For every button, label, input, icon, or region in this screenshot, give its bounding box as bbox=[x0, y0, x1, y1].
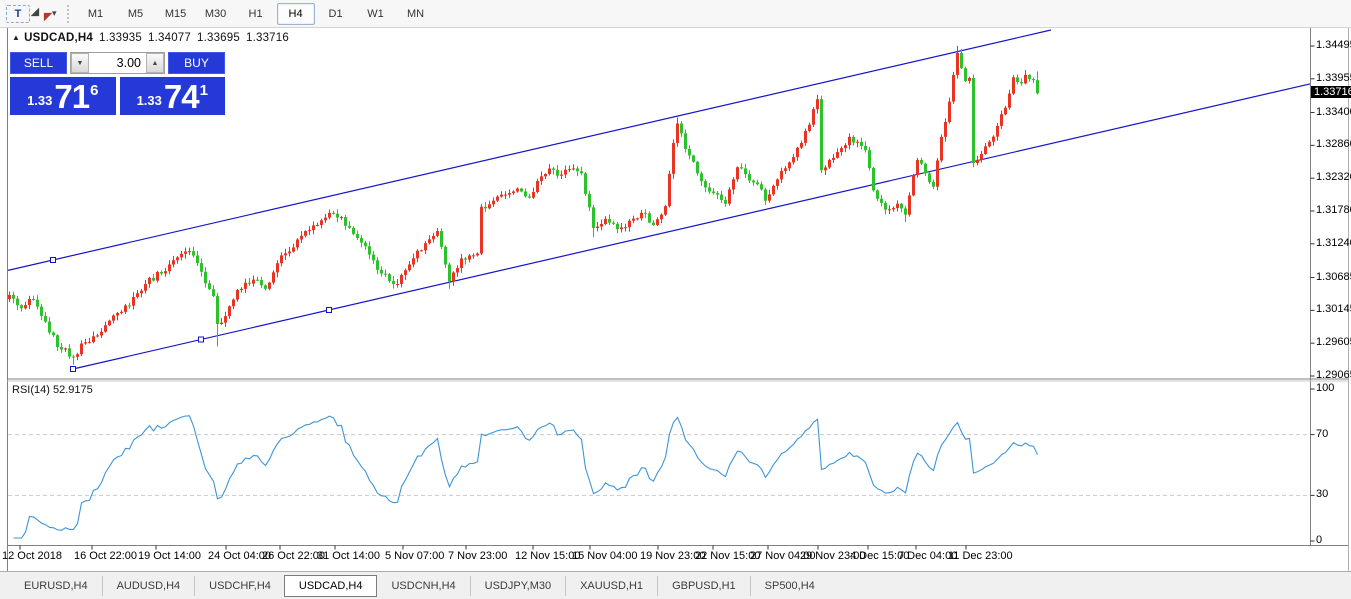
date-axis-label: 16 Oct 22:00 bbox=[74, 550, 137, 562]
chart-tab-sp500[interactable]: SP500,H4 bbox=[750, 576, 829, 596]
chart-tab-usdchf[interactable]: USDCHF,H4 bbox=[194, 576, 285, 596]
rsi-axis-label: 100 bbox=[1316, 382, 1334, 394]
price-axis-label: 1.29065 bbox=[1316, 369, 1351, 381]
chart-tab-eurusd[interactable]: EURUSD,H4 bbox=[10, 576, 102, 596]
volume-increase-button[interactable]: ▲ bbox=[146, 53, 164, 73]
rsi-axis-label: 0 bbox=[1316, 534, 1322, 546]
channel-handle[interactable] bbox=[71, 367, 76, 372]
channel-handle[interactable] bbox=[327, 308, 332, 313]
ohlc-high: 1.34077 bbox=[148, 32, 191, 44]
text-label-tool-button[interactable]: T bbox=[6, 5, 30, 23]
one-click-trading-panel: SELL ▼ ▲ BUY 1.33 71 6 1.33 74 1 bbox=[10, 52, 225, 115]
price-axis-label: 1.34495 bbox=[1316, 39, 1351, 51]
sell-price-small: 1.33 bbox=[27, 93, 52, 108]
date-axis-label: 26 Oct 22:00 bbox=[262, 550, 325, 562]
volume-input[interactable] bbox=[89, 53, 146, 73]
price-axis-label: 1.32860 bbox=[1316, 138, 1351, 150]
sell-price-sup: 6 bbox=[90, 82, 98, 99]
timeframe-button-m1[interactable]: M1 bbox=[77, 3, 115, 25]
timeframe-button-h4[interactable]: H4 bbox=[277, 3, 315, 25]
rsi-axis-label: 30 bbox=[1316, 488, 1328, 500]
price-axis-label: 1.30145 bbox=[1316, 303, 1351, 315]
ohlc-open: 1.33935 bbox=[99, 32, 142, 44]
chart-tab-usdcad[interactable]: USDCAD,H4 bbox=[284, 575, 378, 597]
toolbar-grip[interactable] bbox=[67, 5, 69, 23]
top-toolbar: T ▾ M1M5M15M30H1H4D1W1MN bbox=[0, 0, 1351, 28]
timeframe-button-group: M1M5M15M30H1H4D1W1MN bbox=[76, 3, 436, 25]
current-price-label: 1.33716 bbox=[1311, 86, 1351, 98]
ohlc-close: 1.33716 bbox=[246, 32, 289, 44]
price-axis-label: 1.32320 bbox=[1316, 171, 1351, 183]
date-axis-label: 5 Nov 07:00 bbox=[385, 550, 444, 562]
timeframe-button-m5[interactable]: M5 bbox=[117, 3, 155, 25]
chart-tab-audusd[interactable]: AUDUSD,H4 bbox=[102, 576, 195, 596]
chart-tab-xauusd[interactable]: XAUUSD,H1 bbox=[565, 576, 657, 596]
symbol-triangle-icon: ▲ bbox=[12, 33, 20, 42]
chart-tab-gbpusd[interactable]: GBPUSD,H1 bbox=[657, 576, 750, 596]
timeframe-button-h1[interactable]: H1 bbox=[237, 3, 275, 25]
timeframe-button-w1[interactable]: W1 bbox=[357, 3, 395, 25]
price-axis-label: 1.31240 bbox=[1316, 237, 1351, 249]
price-axis-label: 1.31780 bbox=[1316, 204, 1351, 216]
mt4-window: T ▾ M1M5M15M30H1H4D1W1MN ▲ USDCAD,H4 1.339… bbox=[0, 0, 1351, 599]
buy-button[interactable]: BUY bbox=[168, 52, 225, 74]
timeframe-button-d1[interactable]: D1 bbox=[317, 3, 355, 25]
buy-price-small: 1.33 bbox=[137, 93, 162, 108]
objects-tool-button[interactable]: ▾ bbox=[32, 3, 58, 25]
price-axis-label: 1.29605 bbox=[1316, 336, 1351, 348]
date-axis-label: 19 Oct 14:00 bbox=[138, 550, 201, 562]
price-axis-label: 1.33400 bbox=[1316, 106, 1351, 118]
channel-handle[interactable] bbox=[199, 337, 204, 342]
text-tool-icon: T bbox=[15, 8, 22, 20]
sell-button[interactable]: SELL bbox=[10, 52, 67, 74]
buy-price-box[interactable]: 1.33 74 1 bbox=[120, 77, 226, 115]
price-axis-label: 1.30685 bbox=[1316, 271, 1351, 283]
timeframe-button-mn[interactable]: MN bbox=[397, 3, 435, 25]
chart-tab-usdjpy[interactable]: USDJPY,M30 bbox=[470, 576, 565, 596]
price-axis-label: 1.33955 bbox=[1316, 72, 1351, 84]
timeframe-button-m15[interactable]: M15 bbox=[157, 3, 195, 25]
sell-price-big: 71 bbox=[54, 82, 89, 112]
chevron-down-icon: ▾ bbox=[52, 8, 57, 19]
date-axis-label: 31 Oct 14:00 bbox=[317, 550, 380, 562]
timeframe-button-m30[interactable]: M30 bbox=[197, 3, 235, 25]
buy-price-big: 74 bbox=[164, 82, 199, 112]
rsi-axis-label: 70 bbox=[1316, 428, 1328, 440]
rsi-indicator-label: RSI(14) 52.9175 bbox=[12, 384, 93, 396]
volume-decrease-button[interactable]: ▼ bbox=[71, 53, 89, 73]
channel-handle[interactable] bbox=[51, 258, 56, 263]
date-axis-label: 12 Nov 15:00 bbox=[515, 550, 580, 562]
arrows-tool-icon bbox=[33, 7, 49, 21]
chart-tab-bar: EURUSD,H4AUDUSD,H4USDCHF,H4USDCAD,H4USDC… bbox=[0, 571, 1351, 599]
symbol-name: USDCAD,H4 bbox=[24, 32, 93, 44]
ohlc-low: 1.33695 bbox=[197, 32, 240, 44]
volume-control: ▼ ▲ bbox=[70, 52, 165, 74]
date-axis-label: 15 Nov 04:00 bbox=[572, 550, 637, 562]
sell-price-box[interactable]: 1.33 71 6 bbox=[10, 77, 116, 115]
symbol-ohlc-header: ▲ USDCAD,H4 1.33935 1.34077 1.33695 1.33716 bbox=[12, 32, 289, 44]
date-axis-label: 7 Nov 23:00 bbox=[448, 550, 507, 562]
date-axis-label: 11 Dec 23:00 bbox=[948, 550, 1013, 562]
date-axis-label: 12 Oct 2018 bbox=[2, 550, 62, 562]
chart-tab-usdcnh[interactable]: USDCNH,H4 bbox=[376, 576, 469, 596]
buy-price-sup: 1 bbox=[200, 82, 208, 99]
